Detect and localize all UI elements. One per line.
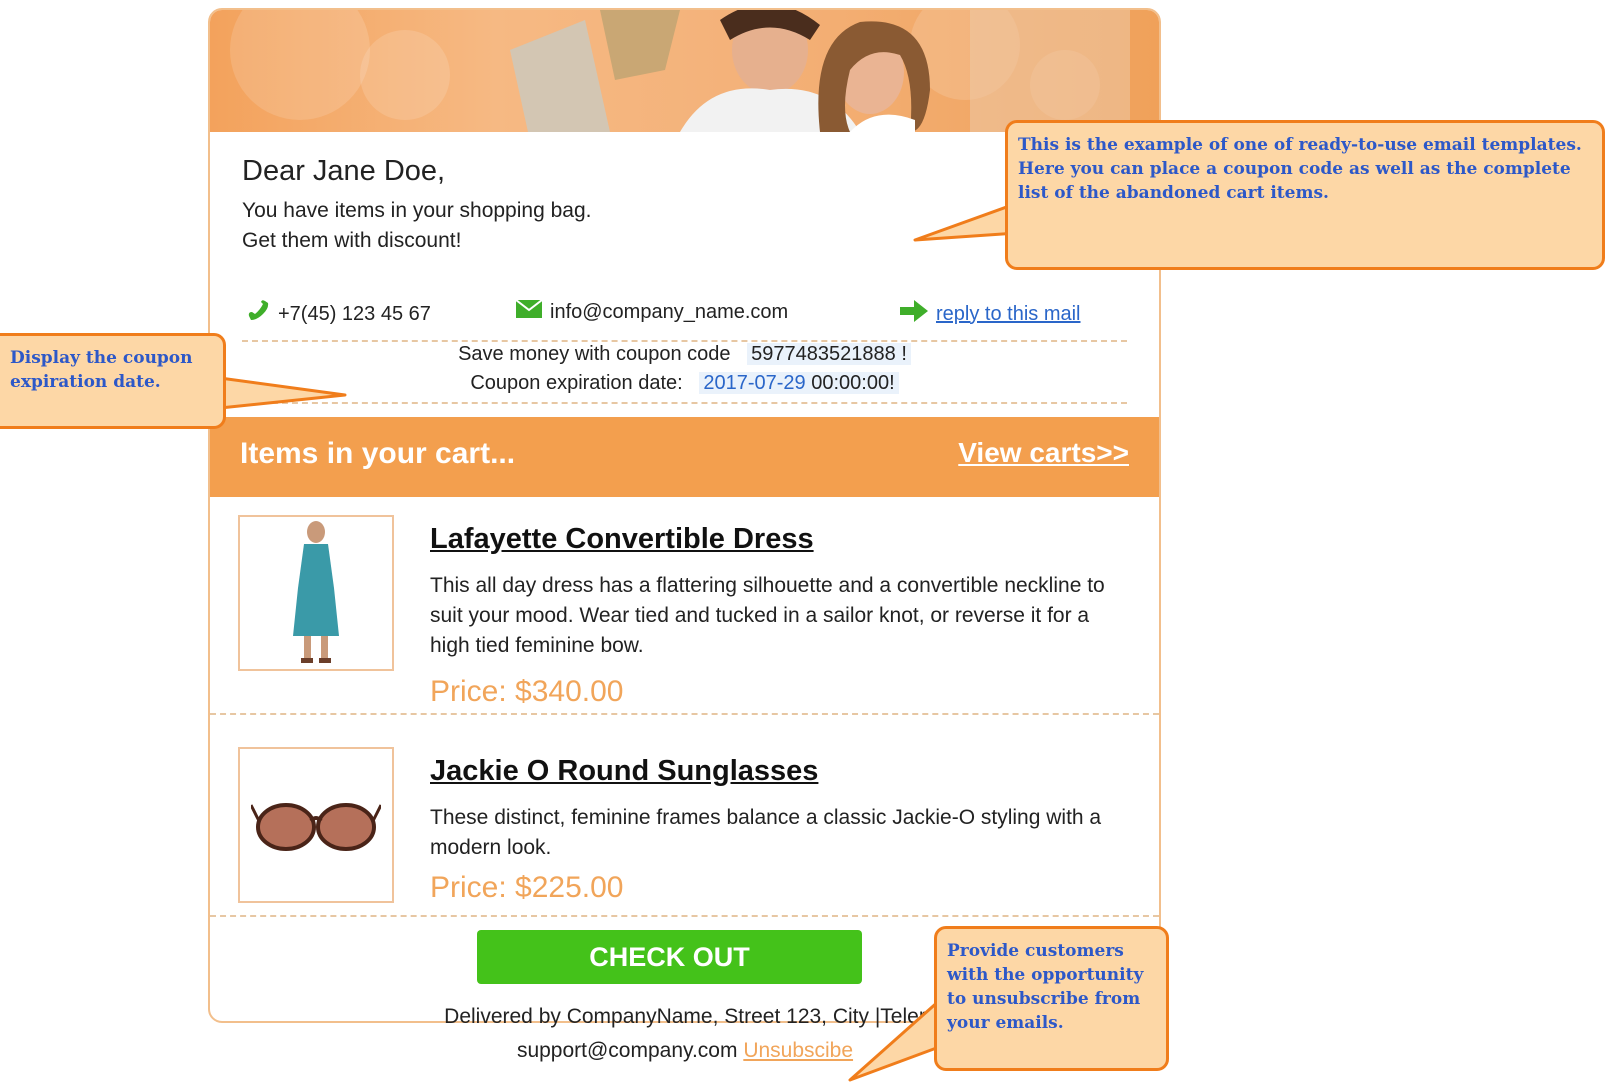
callout-text: Provide customers with the opportunity t… <box>934 926 1169 1071</box>
callout-pointer <box>848 998 987 1082</box>
